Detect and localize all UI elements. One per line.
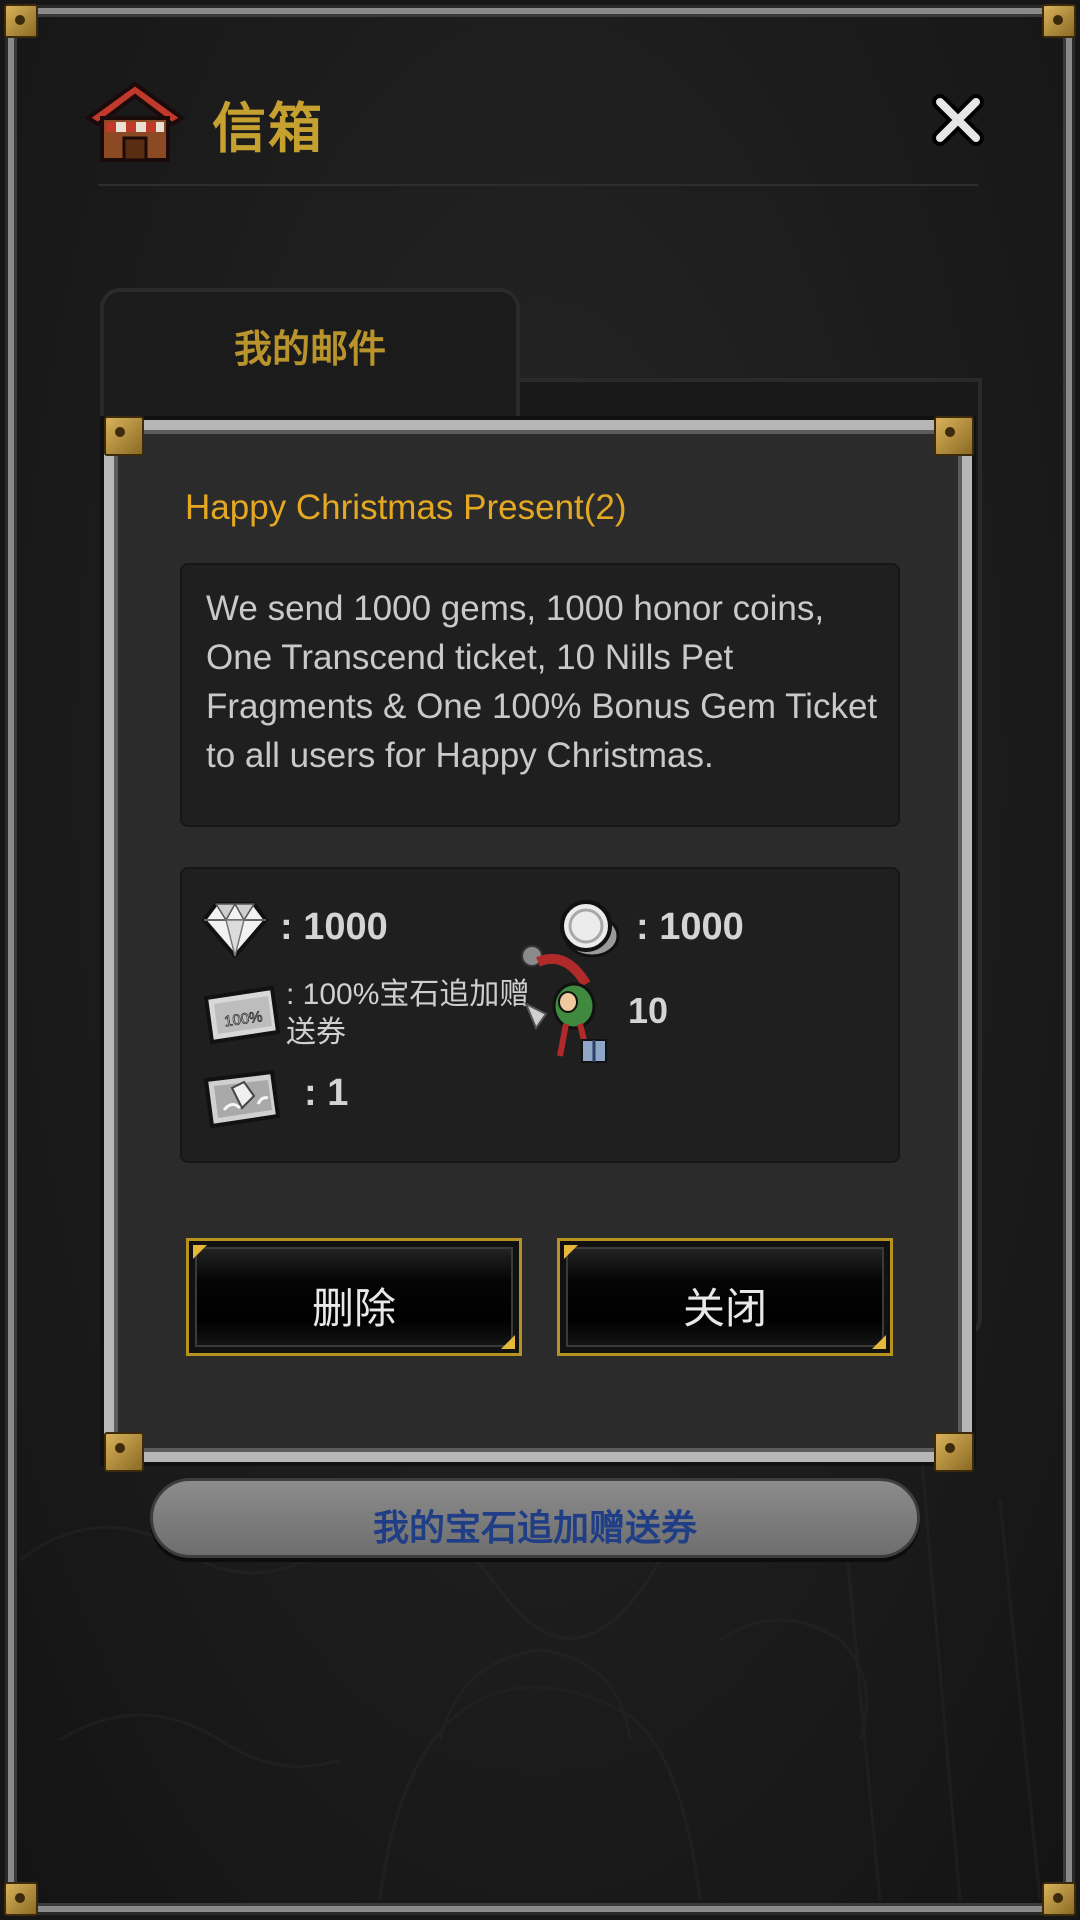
frame-corner-tr [1042,4,1076,38]
close-button-label: 关闭 [682,1285,767,1332]
button-corner [564,1245,578,1259]
mail-message: We send 1000 gems, 1000 honor coins, One… [206,589,878,775]
dialog-corner-br [934,1432,974,1472]
delete-button-label: 删除 [311,1285,396,1332]
reward-honor-coin-amount: : 1000 [636,906,744,948]
reward-pet-amount: 10 [628,990,669,1031]
frame-corner-tl [4,4,38,38]
dialog-corner-tr [934,416,974,456]
reward-gem-amount: : 1000 [280,906,388,948]
dialog-corner-tl [104,416,144,456]
tab-my-mail[interactable]: 我的邮件 [100,288,520,428]
reward-bonus-ticket-label: : 100%宝石追加赠送券 [286,978,530,1049]
reward-transcend-amount: : 1 [304,1072,349,1114]
header-divider [98,184,978,186]
dialog-corner-bl [104,1432,144,1472]
transcend-ticket-icon [203,1069,280,1129]
mail-title: Happy Christmas Present(2) [185,488,627,527]
close-button[interactable]: 关闭 [557,1238,893,1356]
bonus-gem-ticket-button-label: 我的宝石追加赠送券 [372,1507,697,1548]
page-title: 信箱 [212,99,324,159]
tab-label: 我的邮件 [233,329,386,371]
gem-icon [202,902,268,958]
nills-pet-icon [521,945,607,1063]
tab-panel-edge [516,378,982,382]
button-corner [193,1245,207,1259]
bonus-gem-ticket-button[interactable]: 我的宝石追加赠送券 [150,1478,920,1558]
button-corner [501,1335,515,1349]
close-icon[interactable] [930,92,986,148]
delete-button[interactable]: 删除 [186,1238,522,1356]
bonus-gem-ticket-icon: 100% [203,985,280,1045]
mail-house-icon [84,81,186,162]
button-corner [872,1335,886,1349]
